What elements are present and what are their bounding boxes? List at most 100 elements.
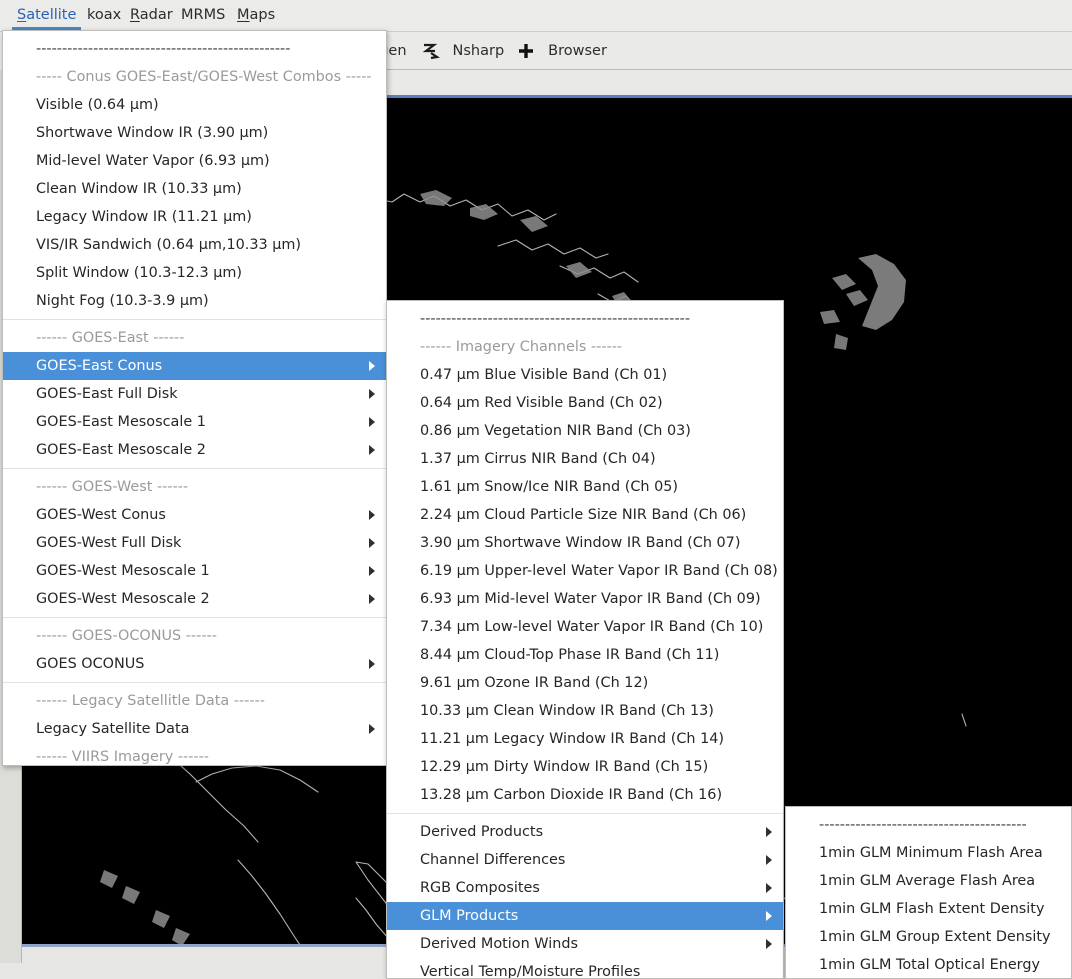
goes-east-conus-menu-item-11-21-m-legacy-window-ir-band-ch-14[interactable]: 11.21 µm Legacy Window IR Band (Ch 14) [387,725,783,753]
chevron-right-icon [766,883,772,893]
satellite-menu-item-goes-east-mesoscale-2[interactable]: GOES-East Mesoscale 2 [3,436,386,464]
goes-east-conus-menu-item-12-29-m-dirty-window-ir-band-ch-15[interactable]: 12.29 µm Dirty Window IR Band (Ch 15) [387,753,783,781]
goes-east-conus-menu-item-derived-motion-winds[interactable]: Derived Motion Winds [387,930,783,958]
chevron-right-icon [369,361,375,371]
satellite-menu-item-night-fog-10-3-3-9-m[interactable]: Night Fog (10.3-3.9 µm) [3,287,386,315]
plus-icon[interactable] [517,42,535,60]
satellite-menu-item-goes-east-full-disk[interactable]: GOES-East Full Disk [3,380,386,408]
glm-menu-item-1min-glm-minimum-flash-area[interactable]: 1min GLM Minimum Flash Area [786,839,1071,867]
glm-menu-label: 1min GLM Total Optical Energy [819,957,1040,973]
goes-east-conus-menu-item-7-34-m-low-level-water-vapor-ir-band-ch-10[interactable]: 7.34 µm Low-level Water Vapor IR Band (C… [387,613,783,641]
goes-east-conus-menu-label: Vertical Temp/Moisture Profiles [420,964,641,979]
toolbar-label-nsharp[interactable]: Nsharp [453,43,505,59]
goes-east-conus-menu-item-1-61-m-snow-ice-nir-band-ch-05[interactable]: 1.61 µm Snow/Ice NIR Band (Ch 05) [387,473,783,501]
satellite-menu-item-legacy-satellite-data[interactable]: Legacy Satellite Data [3,715,386,743]
goes-east-conus-menu-item-rgb-composites[interactable]: RGB Composites [387,874,783,902]
chevron-right-icon [369,566,375,576]
goes-east-conus-menu-item-3-90-m-shortwave-window-ir-band-ch-07[interactable]: 3.90 µm Shortwave Window IR Band (Ch 07) [387,529,783,557]
goes-east-conus-menu-label: 1.61 µm Snow/Ice NIR Band (Ch 05) [420,479,679,495]
goes-east-conus-menu-label: Derived Products [420,824,544,840]
glm-menu-label: 1min GLM Group Extent Density [819,929,1051,945]
goes-east-conus-menu-item-1-37-m-cirrus-nir-band-ch-04[interactable]: 1.37 µm Cirrus NIR Band (Ch 04) [387,445,783,473]
goes-east-conus-menu-item-0-47-m-blue-visible-band-ch-01[interactable]: 0.47 µm Blue Visible Band (Ch 01) [387,361,783,389]
satellite-menu-label: ------ VIIRS Imagery ------ [36,749,210,765]
satellite-menu-item-legacy-window-ir-11-21-m[interactable]: Legacy Window IR (11.21 µm) [3,203,386,231]
goes-east-conus-menu-item-derived-products[interactable]: Derived Products [387,818,783,846]
goes-east-conus-menu-item-13-28-m-carbon-dioxide-ir-band-ch-16[interactable]: 13.28 µm Carbon Dioxide IR Band (Ch 16) [387,781,783,809]
chevron-right-icon [766,911,772,921]
satellite-menu-label: Night Fog (10.3-3.9 µm) [36,293,209,309]
satellite-menu-item-shortwave-window-ir-3-90-m[interactable]: Shortwave Window IR (3.90 µm) [3,119,386,147]
glm-menu-label: ---------------------------------------- [819,817,1027,833]
goes-east-conus-menu-label: 12.29 µm Dirty Window IR Band (Ch 15) [420,759,709,775]
satellite-menu-label: ------ GOES-West ------ [36,479,189,495]
satellite-menu-item-clean-window-ir-10-33-m[interactable]: Clean Window IR (10.33 µm) [3,175,386,203]
satellite-menu-label: GOES-East Mesoscale 2 [36,442,206,458]
satellite-menu-section-header: ------ VIIRS Imagery ------ [3,743,386,765]
menubar-label-mrms: MRMS [181,7,226,23]
satellite-menu-label: Clean Window IR (10.33 µm) [36,181,242,197]
glm-menu-label: 1min GLM Average Flash Area [819,873,1036,889]
goes-east-conus-menu-label: 7.34 µm Low-level Water Vapor IR Band (C… [420,619,764,635]
satellite-menu-label: Legacy Window IR (11.21 µm) [36,209,252,225]
glm-menu-item-1min-glm-group-extent-density[interactable]: 1min GLM Group Extent Density [786,923,1071,951]
goes-east-conus-menu-item-channel-differences[interactable]: Channel Differences [387,846,783,874]
satellite-menu-label: GOES-West Full Disk [36,535,182,551]
goes-east-conus-menu-item-6-93-m-mid-level-water-vapor-ir-band-ch-09[interactable]: 6.93 µm Mid-level Water Vapor IR Band (C… [387,585,783,613]
glm-menu-item-1min-glm-total-optical-energy[interactable]: 1min GLM Total Optical Energy [786,951,1071,978]
goes-east-conus-menu-item-0-86-m-vegetation-nir-band-ch-03[interactable]: 0.86 µm Vegetation NIR Band (Ch 03) [387,417,783,445]
satellite-menu-item-goes-east-conus[interactable]: GOES-East Conus [3,352,386,380]
menubar-item-maps[interactable]: Maps [228,0,284,32]
goes-east-conus-menu-item-10-33-m-clean-window-ir-band-ch-13[interactable]: 10.33 µm Clean Window IR Band (Ch 13) [387,697,783,725]
goes-east-conus-menu-rule: ----------------------------------------… [387,305,783,333]
glm-menu-label: 1min GLM Minimum Flash Area [819,845,1043,861]
goes-east-conus-menu-item-8-44-m-cloud-top-phase-ir-band-ch-11[interactable]: 8.44 µm Cloud-Top Phase IR Band (Ch 11) [387,641,783,669]
satellite-menu-separator [3,468,386,469]
goes-east-conus-menu-item-2-24-m-cloud-particle-size-nir-band-ch-06[interactable]: 2.24 µm Cloud Particle Size NIR Band (Ch… [387,501,783,529]
satellite-menu-item-visible-0-64-m[interactable]: Visible (0.64 µm) [3,91,386,119]
goes-east-conus-menu-label: 10.33 µm Clean Window IR Band (Ch 13) [420,703,714,719]
goes-east-conus-menu-label: 9.61 µm Ozone IR Band (Ch 12) [420,675,649,691]
glm-menu-item-1min-glm-flash-extent-density[interactable]: 1min GLM Flash Extent Density [786,895,1071,923]
satellite-menu-item-goes-west-mesoscale-1[interactable]: GOES-West Mesoscale 1 [3,557,386,585]
satellite-menu-item-vis-ir-sandwich-0-64-m-10-33-m[interactable]: VIS/IR Sandwich (0.64 µm,10.33 µm) [3,231,386,259]
satellite-menu-label: ------ Legacy Satellitle Data ------ [36,693,265,709]
goes-east-conus-submenu[interactable]: ----------------------------------------… [386,300,784,979]
glm-menu-label: 1min GLM Flash Extent Density [819,901,1045,917]
goes-east-conus-menu-label: 6.19 µm Upper-level Water Vapor IR Band … [420,563,778,579]
chevron-right-icon [369,510,375,520]
chevron-right-icon [369,659,375,669]
satellite-dropdown-menu[interactable]: ----------------------------------------… [2,30,387,766]
chevron-right-icon [369,594,375,604]
goes-east-conus-menu-label: 1.37 µm Cirrus NIR Band (Ch 04) [420,451,656,467]
satellite-menu-item-goes-west-full-disk[interactable]: GOES-West Full Disk [3,529,386,557]
glm-menu-rule: ---------------------------------------- [786,811,1071,839]
satellite-menu-separator [3,319,386,320]
satellite-menu-item-goes-oconus[interactable]: GOES OCONUS [3,650,386,678]
goes-east-conus-menu-item-glm-products[interactable]: GLM Products [387,902,783,930]
satellite-menu-separator [3,682,386,683]
skew-t-icon[interactable] [420,41,440,61]
goes-east-conus-menu-separator [387,813,783,814]
toolbar-label-browser[interactable]: Browser [548,43,607,59]
goes-east-conus-menu-label: Channel Differences [420,852,566,868]
satellite-menu-item-goes-east-mesoscale-1[interactable]: GOES-East Mesoscale 1 [3,408,386,436]
satellite-menu-item-goes-west-conus[interactable]: GOES-West Conus [3,501,386,529]
menubar-item-mrms[interactable]: MRMS [172,0,234,32]
goes-east-conus-menu-item-vertical-temp-moisture-profiles[interactable]: Vertical Temp/Moisture Profiles [387,958,783,979]
satellite-menu-item-mid-level-water-vapor-6-93-m[interactable]: Mid-level Water Vapor (6.93 µm) [3,147,386,175]
satellite-menu-label: ------ GOES-OCONUS ------ [36,628,217,644]
satellite-menu-label: VIS/IR Sandwich (0.64 µm,10.33 µm) [36,237,302,253]
glm-menu-item-1min-glm-average-flash-area[interactable]: 1min GLM Average Flash Area [786,867,1071,895]
satellite-menu-section-header: ------ GOES-East ------ [3,324,386,352]
goes-east-conus-menu-item-6-19-m-upper-level-water-vapor-ir-band-ch-08[interactable]: 6.19 µm Upper-level Water Vapor IR Band … [387,557,783,585]
goes-east-conus-menu-section-header: ------ Imagery Channels ------ [387,333,783,361]
satellite-menu-item-goes-west-mesoscale-2[interactable]: GOES-West Mesoscale 2 [3,585,386,613]
satellite-menu-section-header: ----- Conus GOES-East/GOES-West Combos -… [3,63,386,91]
glm-products-submenu[interactable]: ----------------------------------------… [785,806,1072,979]
satellite-menu-item-split-window-10-3-12-3-m[interactable]: Split Window (10.3-12.3 µm) [3,259,386,287]
menubar-item-satellite[interactable]: Satellite [8,0,85,32]
goes-east-conus-menu-item-0-64-m-red-visible-band-ch-02[interactable]: 0.64 µm Red Visible Band (Ch 02) [387,389,783,417]
goes-east-conus-menu-item-9-61-m-ozone-ir-band-ch-12[interactable]: 9.61 µm Ozone IR Band (Ch 12) [387,669,783,697]
satellite-menu-label: GOES-West Mesoscale 1 [36,563,210,579]
